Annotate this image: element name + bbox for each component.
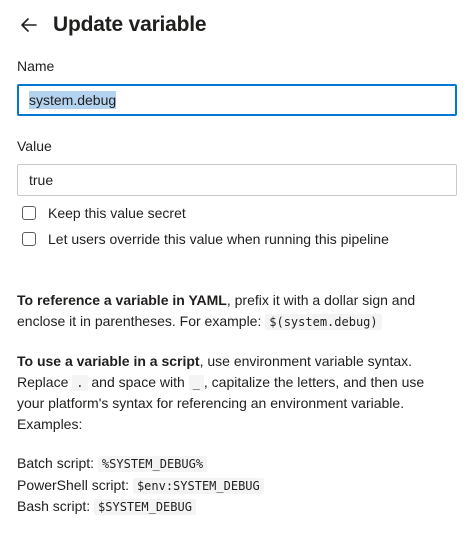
example-bash-code: $SYSTEM_DEBUG	[94, 499, 196, 515]
value-label: Value	[17, 138, 52, 154]
script-help-body-2: and space with	[87, 373, 189, 390]
keep-secret-label: Keep this value secret	[48, 205, 186, 221]
example-powershell-code: $env:SYSTEM_DEBUG	[132, 477, 264, 494]
example-batch-code: %SYSTEM_DEBUG%	[97, 456, 208, 472]
keep-secret-checkbox[interactable]	[22, 206, 36, 220]
allow-override-option[interactable]: Let users override this value when runni…	[22, 229, 389, 249]
script-examples: Batch script: %SYSTEM_DEBUG% PowerShell …	[17, 453, 447, 518]
keep-secret-option[interactable]: Keep this value secret	[22, 203, 186, 223]
script-help-heading: To use a variable in a script	[17, 353, 200, 369]
underscore-code: _	[188, 374, 204, 391]
value-input[interactable]: true	[17, 164, 457, 196]
example-bash-label: Bash script:	[17, 498, 95, 514]
yaml-help-text: To reference a variable in YAML, prefix …	[17, 290, 447, 332]
value-input-value: true	[29, 172, 54, 188]
script-help-text: To use a variable in a script, use envir…	[17, 351, 447, 434]
yaml-example-code: $(system.debug)	[265, 313, 382, 330]
example-batch-label: Batch script:	[17, 455, 98, 471]
name-input-value: system.debug	[29, 91, 117, 109]
example-batch: Batch script: %SYSTEM_DEBUG%	[17, 453, 447, 475]
example-powershell: PowerShell script: $env:SYSTEM_DEBUG	[17, 475, 447, 497]
example-bash: Bash script: $SYSTEM_DEBUG	[17, 496, 447, 518]
yaml-help-heading: To reference a variable in YAML	[17, 292, 227, 308]
dot-code: .	[72, 374, 88, 391]
example-powershell-label: PowerShell script:	[17, 476, 133, 493]
name-input[interactable]: system.debug	[17, 84, 457, 116]
arrow-left-icon	[21, 18, 37, 32]
allow-override-checkbox[interactable]	[22, 232, 36, 246]
update-variable-panel: Update variable Name system.debug Value …	[0, 0, 468, 537]
allow-override-label: Let users override this value when runni…	[48, 231, 389, 247]
panel-header: Update variable	[0, 0, 468, 50]
page-title: Update variable	[53, 13, 207, 36]
back-button[interactable]	[14, 10, 44, 40]
name-label: Name	[17, 58, 55, 74]
